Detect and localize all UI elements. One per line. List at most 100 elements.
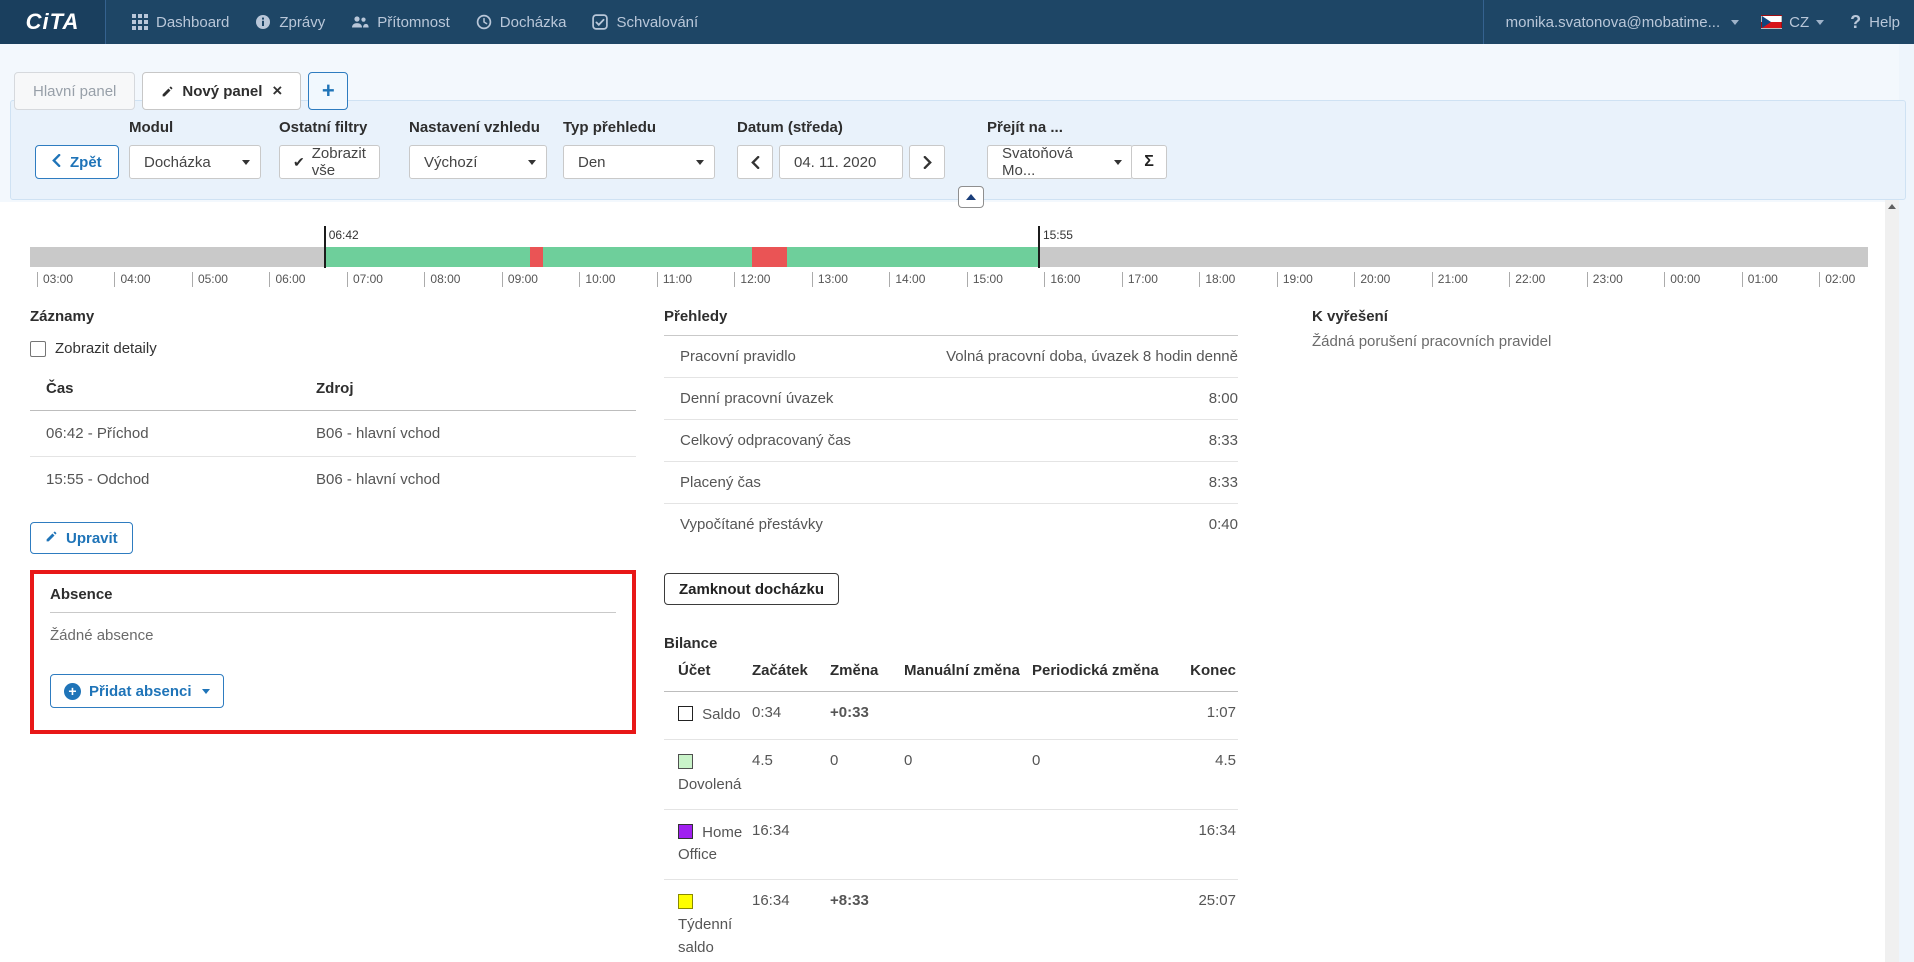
modul-value: Docházka: [144, 153, 211, 171]
caret-down-icon: [528, 159, 536, 165]
zobrazit-vse-button[interactable]: ✔ Zobrazit vše: [279, 145, 380, 179]
date-input[interactable]: 04. 11. 2020: [779, 145, 903, 179]
overview-label: Celkový odpracovaný čas: [680, 432, 851, 449]
no-violations-text: Žádná porušení pracovních pravidel: [1312, 333, 1552, 350]
kvyreseni-section: K vyřešení Žádná porušení pracovních pra…: [1312, 308, 1882, 350]
timeline-tick-label: 18:00: [1199, 272, 1235, 287]
pencil-icon: [45, 530, 66, 547]
vzhled-select[interactable]: Výchozí: [409, 145, 547, 179]
typ-value: Den: [578, 153, 606, 171]
app-logo[interactable]: CiTA: [0, 0, 106, 44]
edit-button-label: Upravit: [66, 529, 118, 547]
language-selector[interactable]: CZ: [1789, 14, 1809, 31]
nav-item-dochazka[interactable]: Docházka: [476, 14, 566, 31]
show-details-checkbox[interactable]: Zobrazit detaily: [30, 340, 636, 357]
absence-title: Absence: [50, 586, 616, 613]
overview-label: Pracovní pravidlo: [680, 348, 796, 365]
sum-button[interactable]: Σ: [1131, 145, 1167, 179]
filter-label: Modul: [129, 119, 174, 136]
timeline-tick-label: 13:00: [811, 272, 848, 287]
checkbox-icon[interactable]: [30, 340, 46, 357]
balance-column-header: Změna: [830, 662, 904, 692]
record-time: 06:42 - Příchod: [30, 410, 300, 457]
tab-hlavni-panel[interactable]: Hlavní panel: [14, 72, 136, 110]
tab-novy-panel[interactable]: Nový panel ×: [142, 72, 302, 110]
chevron-up-icon: [966, 194, 976, 200]
account-cell: Home Office: [664, 809, 752, 880]
help-link[interactable]: Help: [1869, 14, 1900, 31]
timeline-tick-label: 03:00: [36, 272, 73, 287]
section-title: K vyřešení: [1312, 308, 1388, 325]
date-prev-button[interactable]: [737, 145, 773, 179]
date-next-button[interactable]: [909, 145, 945, 179]
overview-value: 8:00: [1208, 390, 1238, 407]
prehledy-section: Přehledy Pracovní pravidlo Volná pracovní…: [664, 308, 1238, 962]
timeline-bar: [30, 247, 1868, 267]
timeline-tick-label: 01:00: [1741, 272, 1778, 287]
vertical-scrollbar[interactable]: [1885, 200, 1899, 962]
overview-label: Placený čas: [680, 474, 761, 491]
balance-value: +0:33: [830, 691, 904, 740]
chevron-down-icon[interactable]: [1816, 19, 1825, 25]
balance-value: 0:34: [752, 691, 830, 740]
main-menu: Dashboard Zprávy Přítomnost Docházka Schvalo…: [106, 14, 698, 31]
section-title: Přehledy: [664, 308, 1238, 336]
back-button[interactable]: Zpět: [35, 145, 119, 179]
account-color-swatch: [678, 823, 693, 839]
nav-item-zpravy[interactable]: Zprávy: [255, 14, 325, 31]
timeline-tick-label: 21:00: [1431, 272, 1468, 287]
nav-item-schvalovani[interactable]: Schvalování: [592, 14, 698, 31]
overview-value: 8:33: [1208, 432, 1238, 449]
timeline-segment-0: [30, 247, 324, 267]
people-icon: [351, 14, 369, 30]
timeline-tick-label: 23:00: [1586, 272, 1623, 287]
edit-button[interactable]: Upravit: [30, 522, 133, 554]
zobrazit-vse-label: Zobrazit vše: [311, 145, 366, 179]
nav-divider: [1482, 0, 1484, 44]
prejit-na-select[interactable]: Svatoňová Mo...: [987, 145, 1133, 179]
table-row: Saldo 0:34 +0:33 1:07: [664, 691, 1238, 740]
balance-column-header: Účet: [664, 662, 752, 692]
balance-column-header: Konec: [1172, 662, 1238, 692]
collapse-filters-button[interactable]: [958, 186, 984, 208]
timeline-segment-4: [752, 247, 788, 267]
account-color-swatch: [678, 893, 693, 909]
pencil-icon: [161, 85, 174, 98]
typ-prehledu-select[interactable]: Den: [563, 145, 715, 179]
overview-value: Volná pracovní doba, úvazek 8 hodin denn…: [946, 348, 1238, 365]
table-row: Dovolená 4.5 0 0 0 4.5: [664, 739, 1238, 810]
balance-value: 25:07: [1198, 891, 1236, 909]
close-icon[interactable]: ×: [272, 81, 282, 101]
user-menu[interactable]: monika.svatonova@mobatime...: [1506, 14, 1721, 31]
filter-label: Ostatní filtry: [279, 119, 368, 136]
timeline-tick-label: 20:00: [1354, 272, 1390, 287]
overview-row: Vypočítané přestávky 0:40: [664, 504, 1238, 545]
nav-item-dashboard[interactable]: Dashboard: [132, 14, 229, 31]
question-mark-icon[interactable]: ?: [1850, 12, 1861, 33]
balance-value: [830, 809, 904, 880]
add-panel-button[interactable]: +: [308, 72, 349, 110]
triangle-up-icon: [1888, 204, 1896, 209]
account-color-swatch: [678, 753, 693, 769]
records-table: Čas Zdroj 06:42 - Příchod B06 - hlavní vc…: [30, 380, 636, 502]
caret-down-icon: [696, 159, 704, 165]
day-timeline: 06:42 15:55 03:00 04:00 05:00 06:00 07:00 08:0…: [30, 226, 1868, 290]
timeline-segment-6: [1037, 247, 1868, 267]
scroll-up-arrow[interactable]: [1885, 204, 1899, 209]
caret-down-icon: [242, 159, 250, 165]
chevron-down-icon[interactable]: [1731, 19, 1740, 25]
timeline-tick-label: 09:00: [501, 272, 538, 287]
caret-down-icon: [1114, 159, 1122, 165]
balance-value: [904, 879, 1032, 962]
lock-attendance-button[interactable]: Zamknout docházku: [664, 573, 840, 605]
timeline-tick-label: 22:00: [1509, 272, 1545, 287]
tab-label: Hlavní panel: [33, 82, 117, 100]
date-value: 04. 11. 2020: [794, 153, 877, 171]
timeline-segment-1: [323, 247, 530, 267]
overview-row: Pracovní pravidlo Volná pracovní doba, úv…: [664, 336, 1238, 378]
nav-item-pritomnost[interactable]: Přítomnost: [351, 14, 450, 31]
add-absence-button[interactable]: + Přidat absenci: [50, 674, 224, 708]
table-row: 06:42 - Příchod B06 - hlavní vchod: [30, 410, 636, 457]
modul-select[interactable]: Docházka: [129, 145, 261, 179]
balance-column-header: Začátek: [752, 662, 830, 692]
